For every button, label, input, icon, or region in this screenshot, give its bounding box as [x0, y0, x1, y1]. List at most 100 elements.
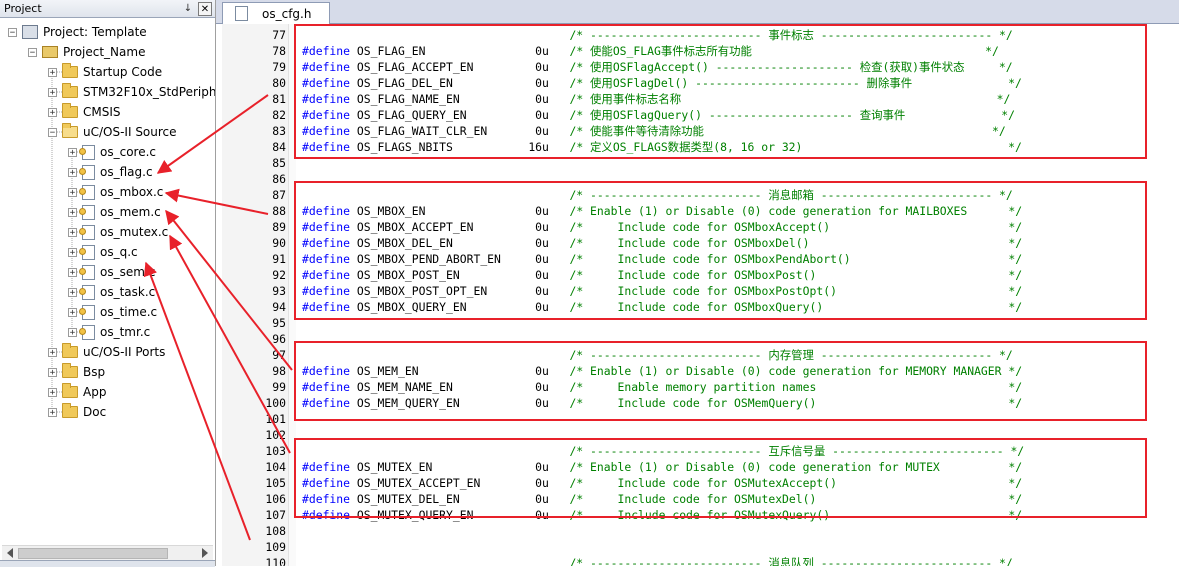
expand-icon[interactable]: +	[68, 267, 77, 277]
c-file-icon	[79, 164, 95, 180]
line-number: 81	[272, 92, 286, 106]
tree-item-app[interactable]: + App	[48, 382, 106, 402]
pin-icon[interactable]: ↓	[181, 2, 195, 16]
collapse-icon[interactable]: −	[28, 47, 37, 57]
expand-icon[interactable]: +	[68, 327, 77, 337]
tree-item-label: os_q.c	[100, 245, 138, 259]
horizontal-scrollbar[interactable]	[2, 545, 213, 561]
folder-icon	[62, 383, 78, 398]
tree-item-project-name[interactable]: − Project_Name	[28, 42, 145, 62]
line-number: 105	[265, 476, 286, 490]
line-number: 93	[272, 284, 286, 298]
c-file-icon	[79, 224, 95, 240]
scroll-right-icon[interactable]	[202, 548, 208, 558]
highlight-box-mutex	[294, 438, 1147, 518]
line-number: 77	[272, 28, 286, 42]
line-number: 96	[272, 332, 286, 346]
expand-icon[interactable]: +	[68, 207, 77, 217]
tree-item-label: os_sem.c	[100, 265, 156, 279]
line-number: 100	[265, 396, 286, 410]
tree-item-bsp[interactable]: + Bsp	[48, 362, 105, 382]
highlight-box-memory	[294, 341, 1147, 421]
c-file-icon	[79, 244, 95, 260]
tree-item-project-template[interactable]: − Project: Template	[8, 22, 147, 42]
tree-item-os-flag-c[interactable]: + os_flag.c	[68, 162, 153, 182]
tree-item-os-task-c[interactable]: + os_task.c	[68, 282, 155, 302]
tree-item-stm32f10x-stdperiph-d[interactable]: + STM32F10x_StdPeriph_D	[48, 82, 215, 102]
tree-item-os-q-c[interactable]: + os_q.c	[68, 242, 138, 262]
folder-icon	[62, 103, 78, 118]
expand-icon[interactable]: +	[48, 347, 57, 357]
expand-icon[interactable]: +	[48, 407, 57, 417]
tree-item-label: os_mutex.c	[100, 225, 169, 239]
line-number: 95	[272, 316, 286, 330]
tree-item-os-mbox-c[interactable]: + os_mbox.c	[68, 182, 163, 202]
expand-icon[interactable]: +	[48, 107, 57, 117]
tree-item-label: Startup Code	[83, 65, 163, 79]
expand-icon[interactable]: +	[68, 247, 77, 257]
tree-item-label: os_mem.c	[100, 205, 161, 219]
line-number: 79	[272, 60, 286, 74]
tree-item-label: uC/OS-II Source	[83, 125, 177, 139]
close-icon[interactable]: ✕	[198, 1, 212, 16]
line-number: 90	[272, 236, 286, 250]
expand-icon[interactable]: +	[68, 167, 77, 177]
tree-item-label: os_task.c	[100, 285, 156, 299]
line-number: 110	[265, 556, 286, 566]
scroll-left-icon[interactable]	[7, 548, 13, 558]
collapse-icon[interactable]: −	[48, 127, 57, 137]
project-tree: − Project: Template − Project_Name + Startup …	[0, 18, 215, 544]
highlight-box-mailbox	[294, 181, 1147, 320]
expand-icon[interactable]: +	[48, 367, 57, 377]
tree-item-os-tmr-c[interactable]: + os_tmr.c	[68, 322, 150, 342]
tree-item-os-core-c[interactable]: + os_core.c	[68, 142, 156, 162]
folder-icon	[62, 403, 78, 418]
code-line[interactable]: /* ------------------------- 消息队列 ------…	[302, 555, 1013, 566]
line-number: 109	[265, 540, 286, 554]
comment-token: /* ------------------------- 消息队列 ------…	[302, 556, 1013, 566]
tree-item-label: Project_Name	[63, 45, 146, 59]
expand-icon[interactable]: +	[68, 147, 77, 157]
line-number: 106	[265, 492, 286, 506]
tree-item-label: CMSIS	[83, 105, 121, 119]
line-number: 88	[272, 204, 286, 218]
expand-icon[interactable]: +	[68, 227, 77, 237]
header-file-icon	[235, 6, 248, 21]
tab-os-cfg-h[interactable]: os_cfg.h	[222, 2, 330, 24]
line-number: 107	[265, 508, 286, 522]
line-number: 91	[272, 252, 286, 266]
tree-item-label: os_flag.c	[100, 165, 153, 179]
project-icon	[22, 25, 38, 39]
highlight-box-event-flags	[294, 24, 1147, 159]
project-panel: Project ↓ ✕ − Project: Template − Project_N…	[0, 0, 216, 567]
tree-item-startup-code[interactable]: + Startup Code	[48, 62, 162, 82]
tree-item-doc[interactable]: + Doc	[48, 402, 106, 422]
tree-item-os-mutex-c[interactable]: + os_mutex.c	[68, 222, 168, 242]
folder-icon	[62, 363, 78, 378]
collapse-icon[interactable]: −	[8, 27, 17, 37]
project-panel-header: Project ↓ ✕	[0, 0, 215, 18]
tree-item-label: os_tmr.c	[100, 325, 151, 339]
tree-item-uc-os-ii-ports[interactable]: + uC/OS-II Ports	[48, 342, 165, 362]
line-number: 97	[272, 348, 286, 362]
tree-item-os-sem-c[interactable]: + os_sem.c	[68, 262, 155, 282]
tree-item-os-mem-c[interactable]: + os_mem.c	[68, 202, 161, 222]
expand-icon[interactable]: +	[48, 87, 57, 97]
scrollbar-thumb[interactable]	[18, 548, 168, 559]
tree-item-uc-os-ii-source[interactable]: − uC/OS-II Source	[48, 122, 177, 142]
expand-icon[interactable]: +	[48, 387, 57, 397]
line-number: 108	[265, 524, 286, 538]
expand-icon[interactable]: +	[68, 187, 77, 197]
target-icon	[42, 46, 58, 58]
tree-item-os-time-c[interactable]: + os_time.c	[68, 302, 157, 322]
expand-icon[interactable]: +	[68, 287, 77, 297]
tree-item-label: uC/OS-II Ports	[83, 345, 166, 359]
expand-icon[interactable]: +	[48, 67, 57, 77]
line-number: 82	[272, 108, 286, 122]
c-file-icon	[79, 184, 95, 200]
expand-icon[interactable]: +	[68, 307, 77, 317]
tree-item-label: os_time.c	[100, 305, 158, 319]
c-file-icon	[79, 204, 95, 220]
folder-icon	[62, 63, 78, 78]
tree-item-cmsis[interactable]: + CMSIS	[48, 102, 121, 122]
